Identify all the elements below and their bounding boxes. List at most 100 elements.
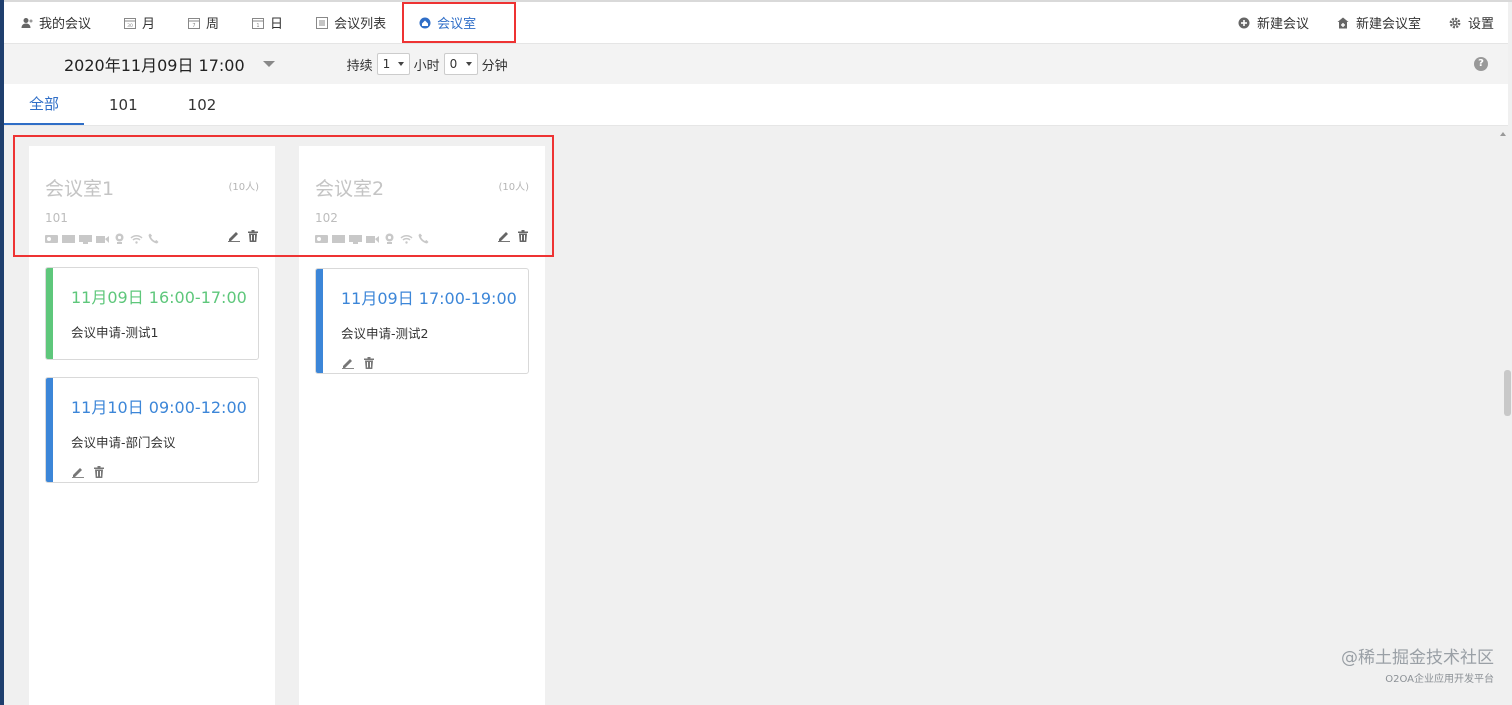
nav-label: 设置 — [1467, 17, 1494, 32]
hours-select[interactable]: 1 — [376, 53, 410, 75]
user-icon — [20, 16, 33, 29]
room-tabs: 全部 101 102 — [4, 84, 1508, 126]
watermark: @稀土掘金技术社区 O2OA企业应用开发平台 — [1341, 643, 1494, 685]
plus-circle-icon — [1238, 16, 1251, 29]
datetime-value: 2020年11月09日 17:00 — [64, 56, 245, 75]
calendar-week-icon: 7 — [187, 16, 200, 29]
minutes-select[interactable]: 0 — [443, 53, 478, 75]
minutes-unit: 分钟 — [481, 58, 508, 74]
chevron-down-icon — [262, 61, 275, 67]
meeting-actions — [341, 356, 528, 369]
hours-value: 1 — [382, 57, 391, 71]
room-header: 会议室2 (10人) 102 — [299, 146, 545, 256]
meeting-card[interactable]: 11月09日 17:00-19:00 会议申请-测试2 — [315, 268, 529, 374]
room-icon — [418, 16, 431, 29]
nav-right: 新建会议 新建会议室 设置 — [1224, 2, 1508, 43]
settings-button[interactable]: 设置 — [1435, 2, 1508, 43]
meeting-time: 11月10日 09:00-12:00 — [71, 398, 247, 417]
calendar-day-icon: 1 — [251, 16, 264, 29]
tv-icon — [79, 233, 92, 244]
screen-icon — [62, 233, 75, 244]
nav-label: 新建会议室 — [1355, 17, 1421, 32]
room-actions — [227, 229, 259, 242]
nav-left: 我的会议 30 月 7 周 1 日 会议列表 会议室 — [4, 2, 517, 43]
status-bar — [46, 268, 53, 359]
nav-label: 月 — [142, 17, 156, 32]
room-name: 会议室1 — [45, 178, 115, 200]
top-nav: 我的会议 30 月 7 周 1 日 会议列表 会议室 新建会议 新建会议室 设置 — [4, 2, 1508, 44]
tab-all[interactable]: 全部 — [4, 84, 85, 125]
watermark-sub: O2OA企业应用开发平台 — [1385, 674, 1494, 685]
screen-icon — [332, 233, 345, 244]
nav-day[interactable]: 1 日 — [235, 2, 299, 43]
toolbar: 2020年11月09日 17:00 持续 1 小时 0 分钟 ? — [4, 44, 1508, 84]
trash-icon[interactable] — [516, 229, 529, 242]
meeting-title: 会议申请-测试1 — [71, 325, 159, 340]
room-capacity: (10人) — [228, 182, 259, 193]
meeting-card[interactable]: 11月10日 09:00-12:00 会议申请-部门会议 — [45, 377, 259, 483]
help-icon[interactable]: ? — [1474, 57, 1488, 71]
phone-icon — [417, 233, 430, 244]
edit-icon[interactable] — [497, 229, 510, 242]
nav-label: 会议室 — [437, 17, 477, 32]
nav-my-meetings[interactable]: 我的会议 — [4, 2, 107, 43]
room-actions — [497, 229, 529, 242]
nav-meeting-room[interactable]: 会议室 — [402, 2, 517, 43]
meeting-time: 11月09日 16:00-17:00 — [71, 288, 247, 307]
meeting-title: 会议申请-部门会议 — [71, 435, 176, 450]
wifi-icon — [130, 233, 143, 244]
dropdown-arrow-icon — [398, 62, 405, 66]
list-icon — [315, 16, 328, 29]
nav-label: 新建会议 — [1256, 17, 1309, 32]
trash-icon[interactable] — [246, 229, 259, 242]
new-room-button[interactable]: 新建会议室 — [1323, 2, 1435, 43]
phone-icon — [147, 233, 160, 244]
camera-icon — [113, 233, 126, 244]
meeting-card[interactable]: 11月09日 16:00-17:00 会议申请-测试1 — [45, 267, 259, 360]
nav-label: 我的会议 — [39, 17, 92, 32]
room-header: 会议室1 (10人) 101 — [29, 146, 275, 256]
minutes-value: 0 — [449, 57, 458, 71]
calendar-month-icon: 30 — [123, 16, 136, 29]
hours-unit: 小时 — [413, 58, 440, 74]
trash-icon[interactable] — [92, 465, 105, 478]
video-icon — [96, 233, 109, 244]
meeting-time: 11月09日 17:00-19:00 — [341, 289, 517, 308]
svg-text:7: 7 — [192, 23, 195, 29]
meeting-title: 会议申请-测试2 — [341, 326, 429, 341]
duration-controls: 持续 1 小时 0 分钟 — [347, 53, 508, 75]
watermark-main: @稀土掘金技术社区 — [1341, 648, 1494, 668]
nav-label: 会议列表 — [334, 17, 387, 32]
camera-icon — [383, 233, 396, 244]
gear-icon — [1449, 16, 1462, 29]
scrollbar-thumb[interactable] — [1504, 370, 1511, 416]
edit-icon[interactable] — [227, 229, 240, 242]
svg-text:30: 30 — [127, 23, 133, 29]
svg-text:1: 1 — [256, 23, 259, 29]
room-number: 102 — [315, 211, 338, 225]
room-column: 会议室2 (10人) 102 11月09日 17:00-19:00 会议申请-测… — [299, 146, 545, 705]
nav-label: 周 — [206, 17, 220, 32]
nav-meeting-list[interactable]: 会议列表 — [299, 2, 402, 43]
scroll-up-arrow[interactable] — [1500, 132, 1506, 136]
edit-icon[interactable] — [341, 356, 354, 369]
status-bar — [316, 269, 323, 373]
dropdown-arrow-icon — [465, 62, 472, 66]
room-number: 101 — [45, 211, 68, 225]
date-picker[interactable]: 2020年11月09日 17:00 — [64, 52, 275, 76]
trash-icon[interactable] — [362, 356, 375, 369]
edit-icon[interactable] — [71, 465, 84, 478]
room-capacity: (10人) — [498, 182, 529, 193]
nav-month[interactable]: 30 月 — [107, 2, 171, 43]
wifi-icon — [400, 233, 413, 244]
tab-102[interactable]: 102 — [163, 84, 242, 125]
new-meeting-button[interactable]: 新建会议 — [1224, 2, 1323, 43]
projector-icon — [45, 233, 58, 244]
tv-icon — [349, 233, 362, 244]
video-icon — [366, 233, 379, 244]
nav-week[interactable]: 7 周 — [171, 2, 235, 43]
projector-icon — [315, 233, 328, 244]
room-column: 会议室1 (10人) 101 11月09日 16:00-17:00 会议申请-测… — [29, 146, 275, 705]
tab-101[interactable]: 101 — [84, 84, 163, 125]
status-bar — [46, 378, 53, 482]
